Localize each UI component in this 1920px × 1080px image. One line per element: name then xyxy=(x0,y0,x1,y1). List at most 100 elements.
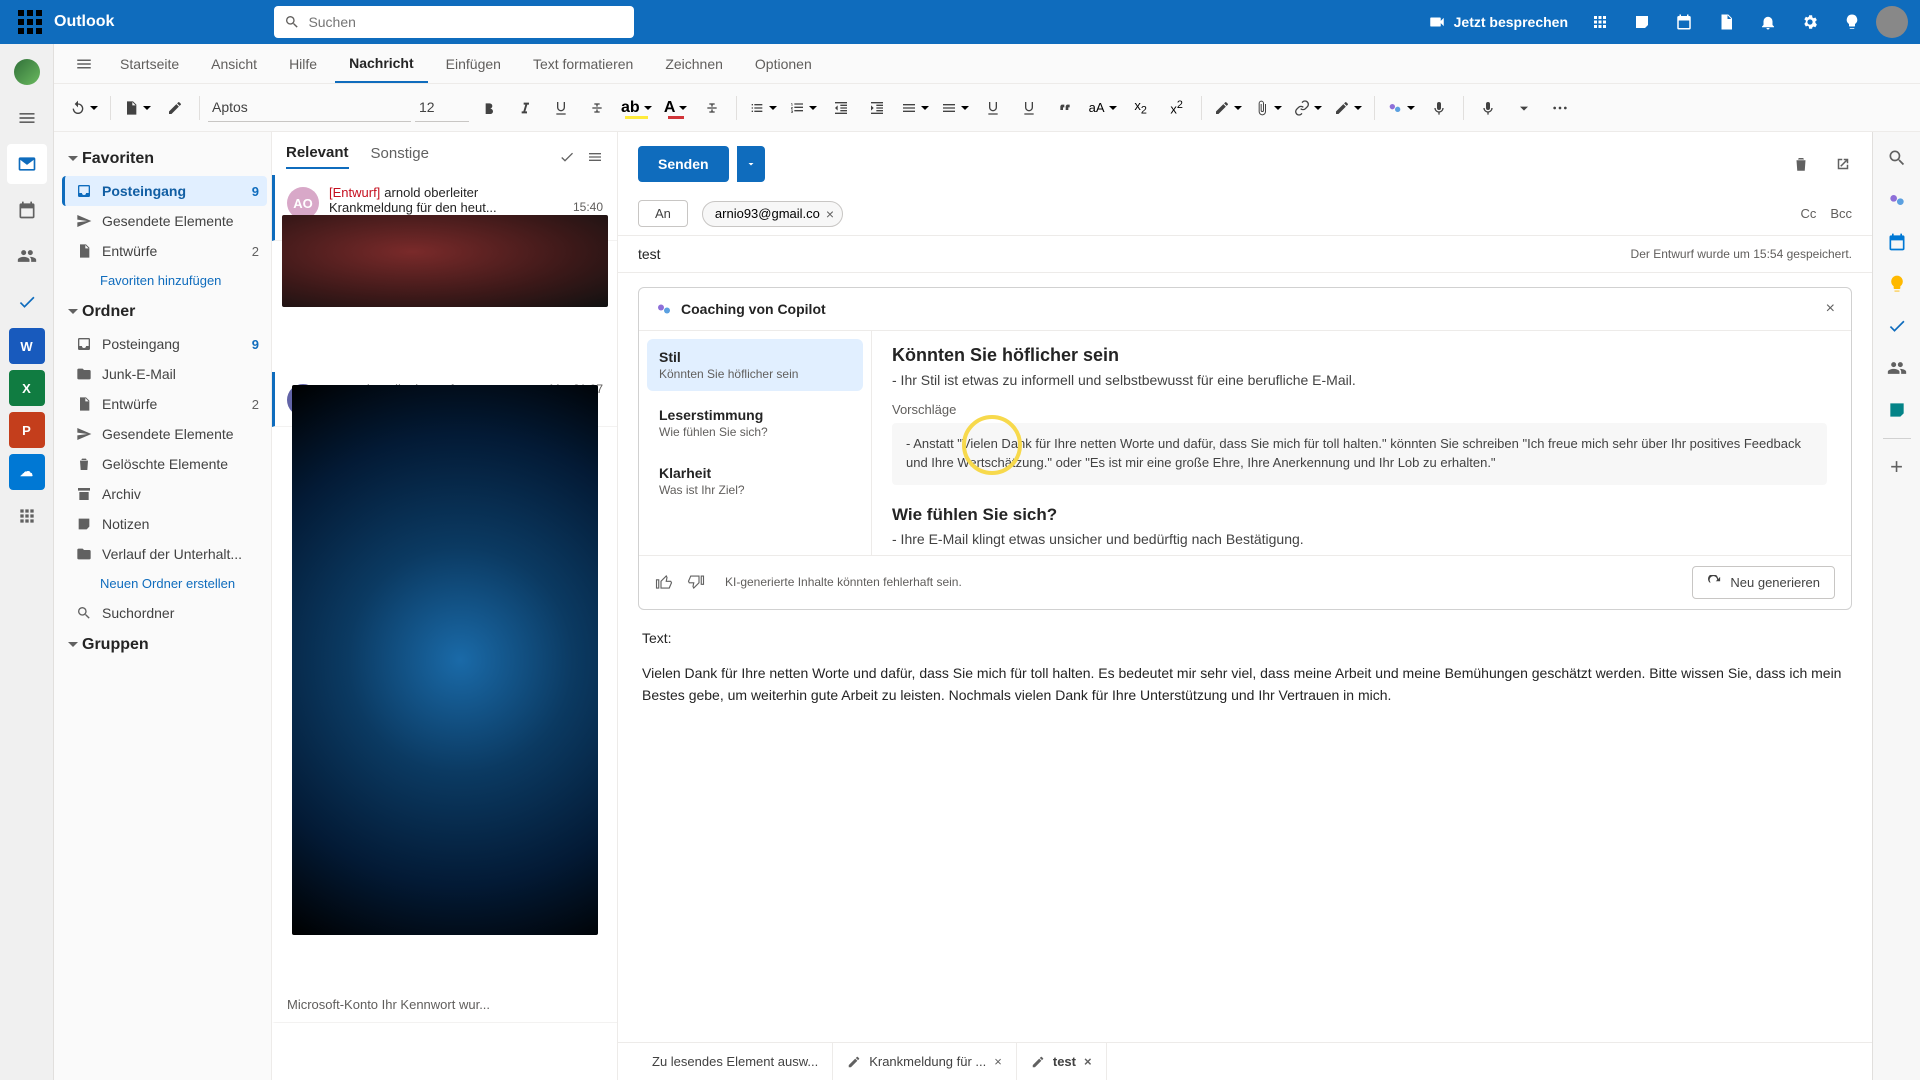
focused-tab[interactable]: Relevant xyxy=(286,144,349,169)
nav-notes[interactable]: Notizen xyxy=(62,509,267,539)
nav-sent-2[interactable]: Gesendete Elemente xyxy=(62,419,267,449)
tab-message[interactable]: Nachricht xyxy=(335,45,428,83)
bottom-tab-3[interactable]: test× xyxy=(1017,1043,1107,1080)
remove-recipient-icon[interactable]: × xyxy=(826,206,834,222)
thumbs-down-icon[interactable] xyxy=(687,573,705,591)
bullets-button[interactable] xyxy=(745,92,781,124)
close-tab-icon[interactable]: × xyxy=(994,1054,1002,1069)
tab-insert[interactable]: Einfügen xyxy=(432,46,515,82)
other-tab[interactable]: Sonstige xyxy=(371,145,429,168)
rr-todo[interactable] xyxy=(1879,308,1915,344)
tips-icon[interactable] xyxy=(1834,4,1870,40)
regenerate-button[interactable]: Neu generieren xyxy=(1692,566,1835,599)
rr-cal[interactable] xyxy=(1879,224,1915,260)
spacing-button[interactable] xyxy=(937,92,973,124)
attach-button[interactable] xyxy=(1250,92,1286,124)
download-button[interactable] xyxy=(1508,92,1540,124)
strike-button[interactable] xyxy=(581,92,613,124)
select-all-icon[interactable] xyxy=(559,149,575,165)
hdr-icon-1[interactable] xyxy=(1582,4,1618,40)
rail-todo[interactable] xyxy=(7,282,47,322)
hdr-icon-5[interactable] xyxy=(1750,4,1786,40)
hdr-icon-2[interactable] xyxy=(1624,4,1660,40)
nav-drafts[interactable]: Entwürfe2 xyxy=(62,236,267,266)
more-button[interactable] xyxy=(1544,92,1576,124)
powerpoint-icon[interactable]: P xyxy=(9,412,45,448)
undo-button[interactable] xyxy=(66,92,102,124)
nav-deleted[interactable]: Gelöschte Elemente xyxy=(62,449,267,479)
bottom-tab-2[interactable]: Krankmeldung für ...× xyxy=(833,1043,1017,1080)
groups-section[interactable]: Gruppen xyxy=(62,628,267,662)
discard-icon[interactable] xyxy=(1792,155,1810,173)
superscript-button[interactable]: x2 xyxy=(1161,92,1193,124)
font-size-select[interactable] xyxy=(415,94,469,122)
send-split-button[interactable] xyxy=(737,146,765,182)
rr-search[interactable] xyxy=(1879,140,1915,176)
tab-help[interactable]: Hilfe xyxy=(275,46,331,82)
to-button[interactable]: An xyxy=(638,200,688,227)
case-button[interactable]: aA xyxy=(1085,92,1121,124)
btn-b1[interactable] xyxy=(1210,92,1246,124)
recipient-chip[interactable]: arnio93@gmail.co× xyxy=(702,201,843,227)
add-favorite-link[interactable]: Favoriten hinzufügen xyxy=(62,266,267,295)
copilot-toolbar-button[interactable] xyxy=(1383,92,1419,124)
nav-conversation[interactable]: Verlauf der Unterhalt... xyxy=(62,539,267,569)
favorites-section[interactable]: Favoriten xyxy=(62,142,267,176)
hdr-icon-3[interactable] xyxy=(1666,4,1702,40)
btn-a2[interactable] xyxy=(1013,92,1045,124)
close-tab-icon[interactable]: × xyxy=(1084,1054,1092,1069)
thumbs-up-icon[interactable] xyxy=(655,573,673,591)
paste-button[interactable] xyxy=(119,92,155,124)
underline-button[interactable] xyxy=(545,92,577,124)
align-button[interactable] xyxy=(897,92,933,124)
message-item[interactable]: Microsoft-Konto Ihr Kennwort wur... xyxy=(272,987,617,1023)
new-folder-link[interactable]: Neuen Ordner erstellen xyxy=(62,569,267,598)
popout-icon[interactable] xyxy=(1834,155,1852,173)
bottom-tab-1[interactable]: Zu lesendes Element ausw... xyxy=(638,1043,833,1080)
excel-icon[interactable]: X xyxy=(9,370,45,406)
search-input[interactable] xyxy=(308,14,624,30)
link-button[interactable] xyxy=(1290,92,1326,124)
bcc-button[interactable]: Bcc xyxy=(1830,206,1852,221)
app-launcher-icon[interactable] xyxy=(12,4,48,40)
close-copilot-icon[interactable]: × xyxy=(1826,300,1835,318)
user-avatar[interactable] xyxy=(1876,6,1908,38)
rail-item-1[interactable] xyxy=(7,98,47,138)
outdent-button[interactable] xyxy=(825,92,857,124)
btn-a1[interactable] xyxy=(977,92,1009,124)
quote-button[interactable] xyxy=(1049,92,1081,124)
nav-search-folder[interactable]: Suchordner xyxy=(62,598,267,628)
nav-archive[interactable]: Archiv xyxy=(62,479,267,509)
rr-bookmark[interactable] xyxy=(1879,392,1915,428)
mic-button[interactable] xyxy=(1423,92,1455,124)
numbering-button[interactable] xyxy=(785,92,821,124)
indent-button[interactable] xyxy=(861,92,893,124)
rr-add[interactable]: + xyxy=(1879,449,1915,485)
btn-c1[interactable] xyxy=(1472,92,1504,124)
cc-button[interactable]: Cc xyxy=(1800,206,1816,221)
clear-format-button[interactable] xyxy=(696,92,728,124)
tab-draw[interactable]: Zeichnen xyxy=(651,46,737,82)
copilot-category-style[interactable]: Stil Könnten Sie höflicher sein xyxy=(647,339,863,391)
compose-body[interactable]: Text: Vielen Dank für Ihre netten Worte … xyxy=(618,620,1872,1042)
font-select[interactable] xyxy=(208,94,411,122)
body-text[interactable]: Vielen Dank für Ihre netten Worte und da… xyxy=(642,663,1848,706)
nav-inbox-2[interactable]: Posteingang9 xyxy=(62,329,267,359)
hdr-icon-4[interactable] xyxy=(1708,4,1744,40)
meet-now-button[interactable]: Jetzt besprechen xyxy=(1420,13,1576,31)
search-box[interactable] xyxy=(274,6,634,38)
rail-home[interactable] xyxy=(7,52,47,92)
tab-options[interactable]: Optionen xyxy=(741,46,826,82)
rr-people[interactable] xyxy=(1879,350,1915,386)
filter-icon[interactable] xyxy=(587,149,603,165)
bold-button[interactable] xyxy=(473,92,505,124)
nav-inbox[interactable]: Posteingang9 xyxy=(62,176,267,206)
settings-icon[interactable] xyxy=(1792,4,1828,40)
folders-section[interactable]: Ordner xyxy=(62,295,267,329)
tab-home[interactable]: Startseite xyxy=(106,46,193,82)
rail-calendar[interactable] xyxy=(7,190,47,230)
highlight-button[interactable]: ab xyxy=(617,92,656,124)
hamburger-icon[interactable] xyxy=(66,46,102,82)
onedrive-icon[interactable]: ☁ xyxy=(9,454,45,490)
send-button[interactable]: Senden xyxy=(638,146,729,182)
